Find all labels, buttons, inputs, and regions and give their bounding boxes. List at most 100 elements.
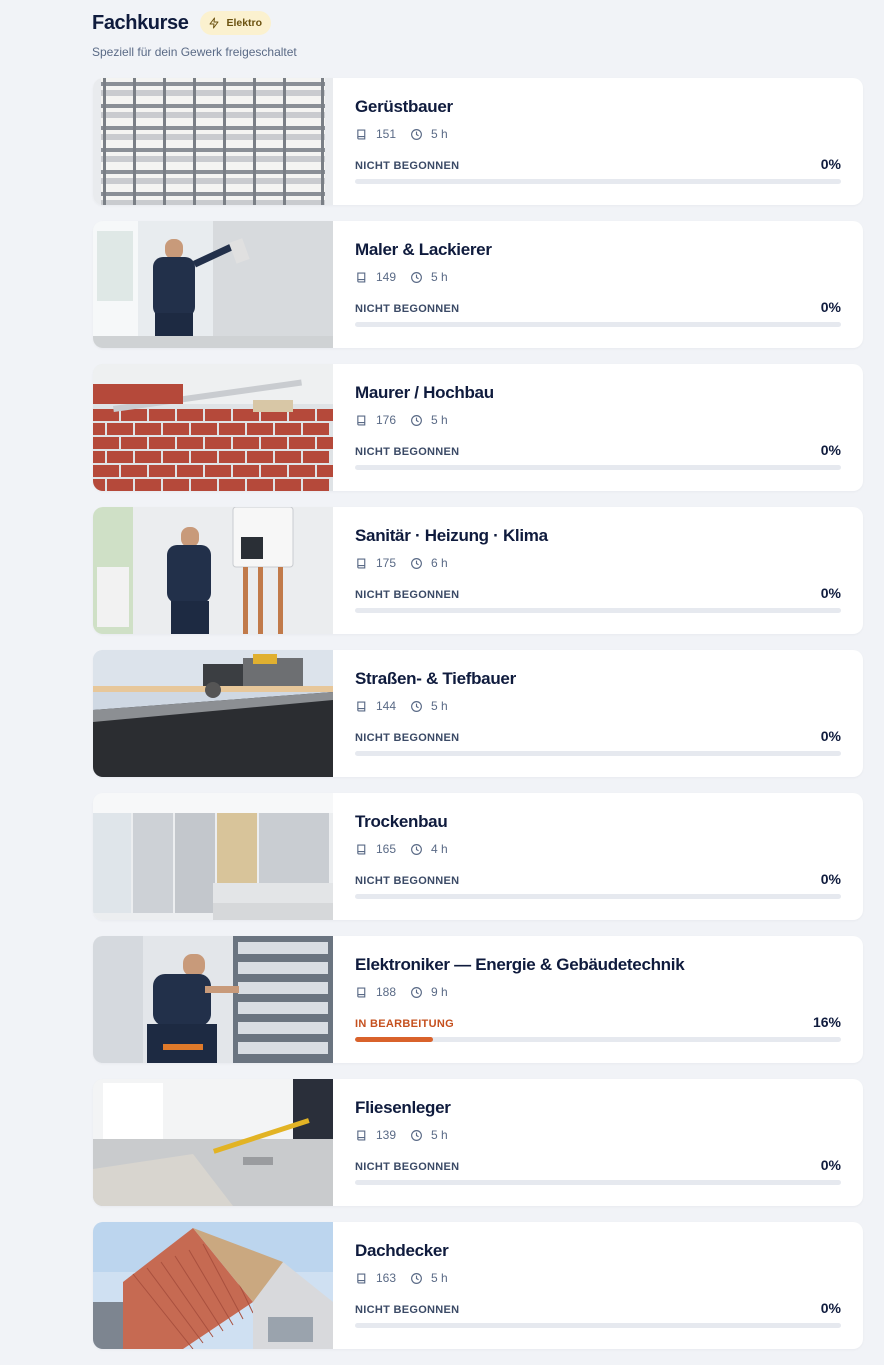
progress-bar	[355, 1323, 841, 1328]
course-status: NICHT BEGONNEN	[355, 303, 460, 315]
course-card[interactable]: Trockenbau 165 4 h NICHT BEGONNEN 0%	[93, 793, 863, 920]
book-icon	[355, 557, 368, 570]
clock-icon	[410, 557, 423, 570]
clock-icon	[410, 271, 423, 284]
course-status: NICHT BEGONNEN	[355, 875, 460, 887]
status-row: NICHT BEGONNEN 0%	[355, 728, 841, 744]
progress-percent: 0%	[820, 585, 841, 601]
book-icon	[355, 700, 368, 713]
course-info: Sanitär · Heizung · Klima 175 6 h NICHT …	[333, 507, 863, 634]
progress-percent: 16%	[812, 1014, 841, 1030]
course-status: NICHT BEGONNEN	[355, 589, 460, 601]
progress-bar	[355, 1037, 841, 1042]
progress-percent: 0%	[820, 299, 841, 315]
course-duration: 5 h	[431, 699, 448, 713]
course-title: Elektroniker — Energie & Gebäudetechnik	[355, 955, 685, 974]
progress-percent: 0%	[820, 1157, 841, 1173]
course-status: NICHT BEGONNEN	[355, 1161, 460, 1173]
course-meta: 163 5 h	[355, 1270, 841, 1286]
lesson-count: 175	[376, 556, 397, 570]
lesson-count: 151	[376, 127, 397, 141]
course-image	[93, 793, 333, 920]
lesson-count: 176	[376, 413, 397, 427]
course-meta: 144 5 h	[355, 698, 841, 714]
course-duration: 6 h	[431, 556, 448, 570]
course-meta: 165 4 h	[355, 841, 841, 857]
lesson-count: 188	[376, 985, 397, 999]
course-title: Maler & Lackierer	[355, 240, 492, 259]
book-icon	[355, 986, 368, 999]
course-info: Trockenbau 165 4 h NICHT BEGONNEN 0%	[333, 793, 863, 920]
course-card[interactable]: Dachdecker 163 5 h NICHT BEGONNEN 0%	[93, 1222, 863, 1349]
status-row: NICHT BEGONNEN 0%	[355, 1300, 841, 1316]
course-image	[93, 936, 333, 1063]
course-duration: 9 h	[431, 985, 448, 999]
course-info: Gerüstbauer 151 5 h NICHT BEGONNEN 0%	[333, 78, 863, 205]
course-meta: 149 5 h	[355, 269, 841, 285]
course-card[interactable]: Maler & Lackierer 149 5 h NICHT BEGONNEN…	[93, 221, 863, 348]
status-row: NICHT BEGONNEN 0%	[355, 1157, 841, 1173]
status-row: NICHT BEGONNEN 0%	[355, 871, 841, 887]
course-image	[93, 1079, 333, 1206]
progress-percent: 0%	[820, 442, 841, 458]
page-subtitle: Speziell für dein Gewerk freigeschaltet	[92, 45, 297, 59]
progress-bar	[355, 751, 841, 756]
course-meta: 176 5 h	[355, 412, 841, 428]
clock-icon	[410, 700, 423, 713]
book-icon	[355, 843, 368, 856]
book-icon	[355, 271, 368, 284]
trade-badge: Elektro	[200, 11, 272, 35]
course-card[interactable]: Elektroniker — Energie & Gebäudetechnik …	[93, 936, 863, 1063]
progress-percent: 0%	[820, 728, 841, 744]
course-meta: 151 5 h	[355, 126, 841, 142]
course-card[interactable]: Sanitär · Heizung · Klima 175 6 h NICHT …	[93, 507, 863, 634]
book-icon	[355, 1272, 368, 1285]
course-status: IN BEARBEITUNG	[355, 1018, 454, 1030]
book-icon	[355, 1129, 368, 1142]
course-title: Fliesenleger	[355, 1098, 451, 1117]
progress-bar	[355, 179, 841, 184]
clock-icon	[410, 414, 423, 427]
course-image	[93, 364, 333, 491]
book-icon	[355, 128, 368, 141]
course-title: Dachdecker	[355, 1241, 449, 1260]
course-title: Straßen- & Tiefbauer	[355, 669, 516, 688]
progress-percent: 0%	[820, 871, 841, 887]
course-title: Gerüstbauer	[355, 97, 453, 116]
course-status: NICHT BEGONNEN	[355, 732, 460, 744]
lesson-count: 165	[376, 842, 397, 856]
progress-percent: 0%	[820, 1300, 841, 1316]
course-duration: 5 h	[431, 413, 448, 427]
lightning-icon	[209, 17, 219, 29]
progress-percent: 0%	[820, 156, 841, 172]
course-duration: 5 h	[431, 270, 448, 284]
course-title: Trockenbau	[355, 812, 448, 831]
section-header: Fachkurse Elektro Speziell für dein Gewe…	[92, 8, 872, 59]
course-duration: 5 h	[431, 1128, 448, 1142]
badge-label: Elektro	[226, 17, 263, 29]
lesson-count: 163	[376, 1271, 397, 1285]
course-info: Fliesenleger 139 5 h NICHT BEGONNEN 0%	[333, 1079, 863, 1206]
course-status: NICHT BEGONNEN	[355, 1304, 460, 1316]
progress-bar	[355, 322, 841, 327]
course-status: NICHT BEGONNEN	[355, 446, 460, 458]
progress-bar	[355, 608, 841, 613]
course-card[interactable]: Straßen- & Tiefbauer 144 5 h NICHT BEGON…	[93, 650, 863, 777]
progress-bar-fill	[355, 1037, 433, 1042]
course-duration: 5 h	[431, 1271, 448, 1285]
course-card[interactable]: Maurer / Hochbau 176 5 h NICHT BEGONNEN …	[93, 364, 863, 491]
course-image	[93, 650, 333, 777]
course-title: Sanitär · Heizung · Klima	[355, 526, 548, 545]
course-card[interactable]: Gerüstbauer 151 5 h NICHT BEGONNEN 0%	[93, 78, 863, 205]
clock-icon	[410, 1272, 423, 1285]
course-title: Maurer / Hochbau	[355, 383, 494, 402]
course-image	[93, 221, 333, 348]
course-meta: 188 9 h	[355, 984, 841, 1000]
course-info: Maurer / Hochbau 176 5 h NICHT BEGONNEN …	[333, 364, 863, 491]
clock-icon	[410, 843, 423, 856]
lesson-count: 139	[376, 1128, 397, 1142]
course-card[interactable]: Fliesenleger 139 5 h NICHT BEGONNEN 0%	[93, 1079, 863, 1206]
clock-icon	[410, 1129, 423, 1142]
course-status: NICHT BEGONNEN	[355, 160, 460, 172]
course-image	[93, 507, 333, 634]
